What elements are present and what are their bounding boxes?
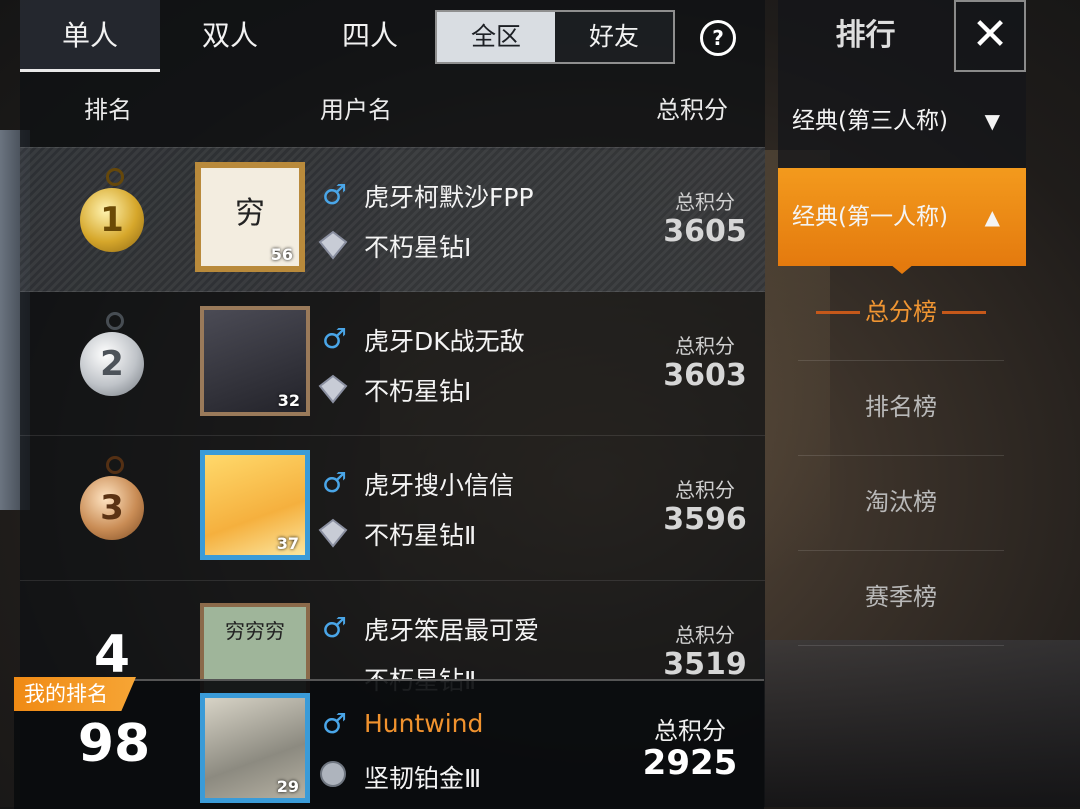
avatar[interactable]: 32 (200, 306, 310, 416)
score-label: 总积分 (675, 478, 735, 502)
male-icon: ♂ (322, 611, 348, 644)
avatar-text: 穷穷穷 (225, 619, 285, 643)
board-ranking[interactable]: 排名榜 (798, 360, 1004, 456)
mode-first-person-label: 经典(第一人称) (792, 204, 948, 230)
score-label: 总积分 (675, 623, 735, 647)
player-name: 虎牙柯默沙FPP (364, 183, 534, 212)
mode-third-person-label: 经典(第三人称) (792, 108, 948, 134)
close-icon[interactable]: ✕ (954, 0, 1026, 72)
player-tier: 不朽星钻Ⅰ (364, 233, 472, 262)
gold-medal-icon: 1 (80, 168, 144, 252)
my-rank-number: 98 (77, 714, 151, 774)
score-label: 总积分 (675, 190, 735, 214)
scope-friends-button[interactable]: 好友 (555, 12, 673, 62)
caret-up-icon: ▲ (984, 205, 1000, 229)
table-row[interactable]: 3 37 ♂ 虎牙搜小信信 不朽星钻Ⅱ 总积分 3596 (20, 435, 765, 580)
background-floor (760, 640, 1080, 807)
my-score-value: 2925 (642, 743, 738, 783)
mode-third-person-dropdown[interactable]: 经典(第三人称) ▼ (778, 72, 1026, 170)
score-value: 3596 (663, 502, 747, 537)
avatar-level: 56 (270, 245, 293, 264)
rank-number: 4 (93, 625, 131, 685)
avatar-text: 穷 (235, 196, 265, 231)
avatar[interactable]: 37 (200, 450, 310, 560)
score-label: 总积分 (654, 717, 726, 745)
player-name: 虎牙DK战无敌 (364, 327, 525, 356)
question-icon[interactable]: ? (700, 20, 736, 56)
bronze-medal-icon: 3 (80, 456, 144, 540)
avatar[interactable]: 29 (200, 693, 310, 803)
board-total-score[interactable]: 总分榜 (798, 265, 1004, 361)
diamond-tier-icon (318, 230, 348, 260)
silver-medal-icon: 2 (80, 312, 144, 396)
male-icon: ♂ (322, 178, 348, 211)
avatar[interactable]: 穷 56 (195, 162, 305, 272)
score-value: 3603 (663, 358, 747, 393)
mode-first-person-dropdown[interactable]: 经典(第一人称) ▲ (778, 168, 1026, 266)
column-header-rank: 排名 (84, 96, 132, 124)
player-name: 虎牙搜小信信 (364, 471, 515, 500)
player-tier: 不朽星钻Ⅱ (364, 521, 477, 550)
platinum-tier-icon (320, 761, 346, 787)
my-rank-tag: 我的排名 (14, 677, 136, 711)
my-player-tier: 坚韧铂金Ⅲ (364, 764, 482, 793)
scope-toggle: 全区 好友 (435, 10, 675, 64)
player-name: 虎牙笨居最可爱 (364, 616, 540, 645)
diamond-tier-icon (318, 518, 348, 548)
male-icon: ♂ (322, 466, 348, 499)
scope-all-button[interactable]: 全区 (437, 12, 555, 62)
score-value: 3605 (663, 214, 747, 249)
score-value: 3519 (663, 647, 747, 682)
board-season[interactable]: 赛季榜 (798, 550, 1004, 646)
avatar-level: 29 (276, 777, 299, 796)
my-player-name: Huntwind (364, 709, 484, 738)
avatar-level: 32 (277, 391, 300, 410)
caret-down-icon: ▼ (984, 109, 1000, 133)
player-tier: 不朽星钻Ⅰ (364, 377, 472, 406)
column-header-score: 总积分 (656, 96, 728, 124)
avatar-level: 37 (276, 534, 299, 553)
table-row[interactable]: 1 穷 56 ♂ 虎牙柯默沙FPP 不朽星钻Ⅰ 总积分 3605 (20, 147, 765, 292)
column-header-user: 用户名 (320, 96, 392, 124)
panel-title: 排行 (778, 0, 953, 72)
board-eliminations[interactable]: 淘汰榜 (798, 455, 1004, 551)
male-icon: ♂ (322, 707, 348, 740)
diamond-tier-icon (318, 374, 348, 404)
score-label: 总积分 (675, 334, 735, 358)
male-icon: ♂ (322, 322, 348, 355)
tab-duo[interactable]: 双人 (160, 0, 300, 72)
tab-solo[interactable]: 单人 (20, 0, 160, 72)
table-row[interactable]: 2 32 ♂ 虎牙DK战无敌 不朽星钻Ⅰ 总积分 3603 (20, 291, 765, 436)
tab-squad[interactable]: 四人 (300, 0, 440, 72)
